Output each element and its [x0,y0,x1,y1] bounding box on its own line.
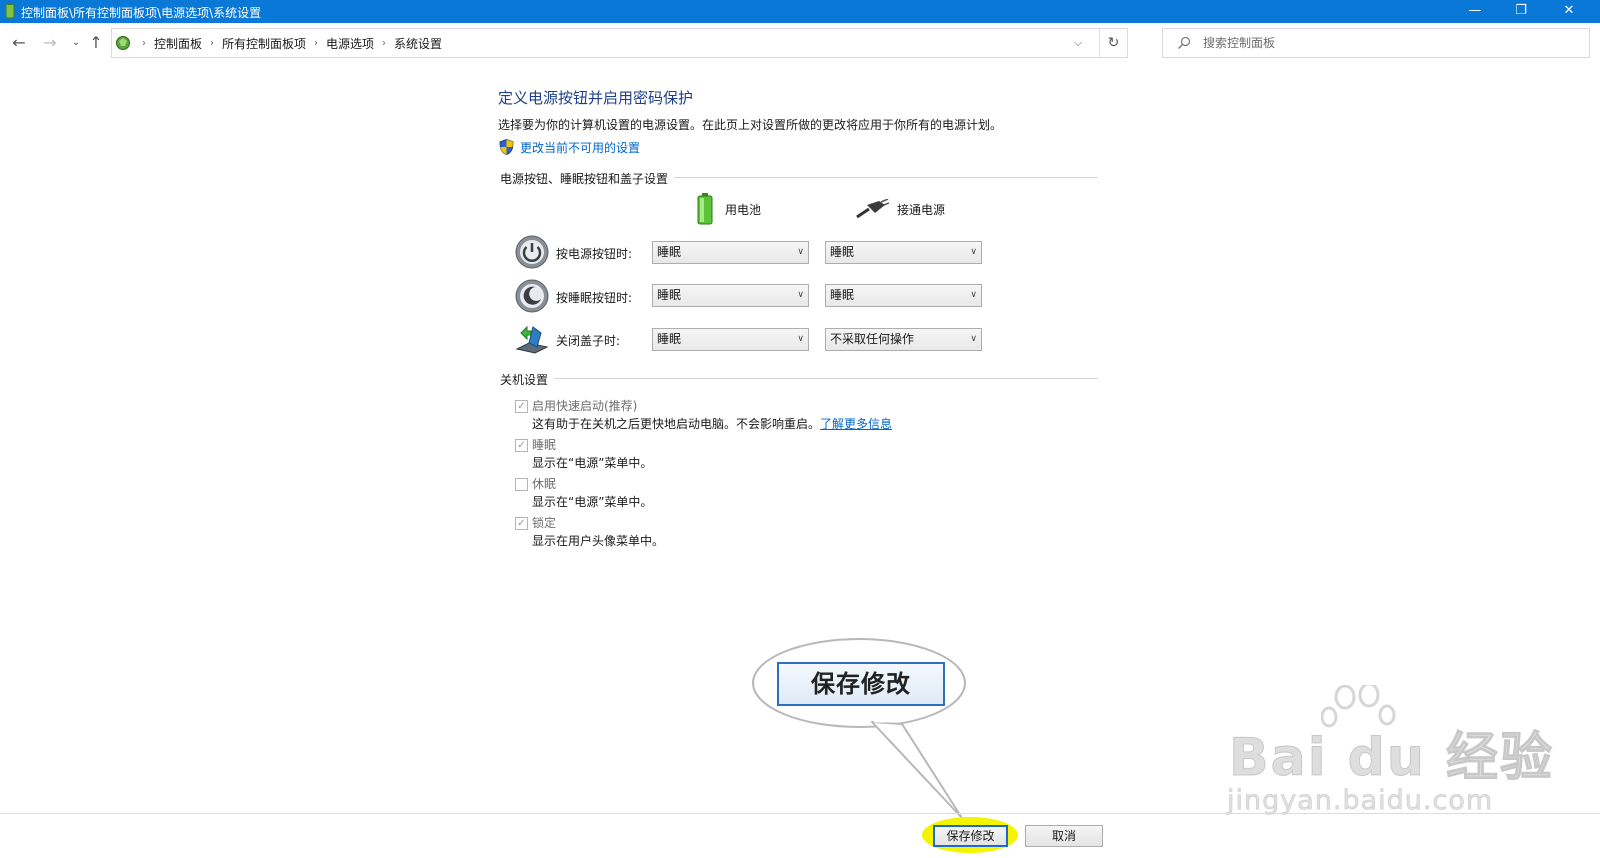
sleep-checkbox[interactable]: ✓ [515,439,528,452]
power-button-battery-select[interactable]: 睡眠 ∨ [652,241,809,264]
address-history-chevron-icon[interactable]: ⌵ [1067,29,1089,57]
sleep-button-plugged-select[interactable]: 睡眠 ∨ [825,284,982,307]
plugged-in-column-label: 接通电源 [897,202,946,217]
learn-more-link[interactable]: 了解更多信息 [820,417,892,431]
breadcrumb-separator-icon[interactable]: › [314,38,318,49]
select-value: 睡眠 [830,288,855,302]
lid-close-label: 关闭盖子时: [556,334,621,348]
breadcrumb-separator-icon: › [142,37,146,49]
sleep-button-icon [515,279,549,313]
select-value: 睡眠 [657,332,682,346]
power-plug-icon [856,199,889,219]
battery-column-header: 用电池 [697,193,761,225]
page-description: 选择要为你的计算机设置的电源设置。在此页上对设置所做的更改将应用于你所有的电源计… [498,118,1003,132]
back-arrow-icon[interactable]: ← [9,33,29,53]
cancel-button[interactable]: 取消 [1025,825,1103,847]
page-title: 定义电源按钮并启用密码保护 [498,89,694,107]
address-bar[interactable]: › 控制面板 › 所有控制面板项 › 电源选项 › 系统设置 ⌵ ↻ [111,28,1128,58]
control-panel-location-icon [116,36,130,50]
control-panel-icon [5,3,15,19]
chevron-down-icon: ∨ [970,334,977,344]
lid-close-plugged-select[interactable]: 不采取任何操作 ∨ [825,328,982,351]
sleep-option-description: 显示在“电源”菜单中。 [532,456,653,470]
breadcrumb-separator-icon[interactable]: › [210,38,214,49]
breadcrumb: › 控制面板 › 所有控制面板项 › 电源选项 › 系统设置 [134,29,442,57]
breadcrumb-item-power-options[interactable]: 电源选项 [326,35,374,52]
chevron-down-icon: ∨ [797,290,804,300]
up-arrow-icon[interactable]: ↑ [86,33,106,53]
window-title: 控制面板\所有控制面板项\电源选项\系统设置 [21,6,262,20]
select-value: 睡眠 [657,245,682,259]
fast-startup-label: 启用快速启动(推荐) [532,399,638,413]
power-button-plugged-select[interactable]: 睡眠 ∨ [825,241,982,264]
sleep-button-label: 按睡眠按钮时: [556,291,633,305]
navigation-bar: ← → ⌄ ↑ › 控制面板 › 所有控制面板项 › 电源选项 › 系统设置 ⌵… [0,23,1600,63]
title-bar: 控制面板\所有控制面板项\电源选项\系统设置 — ❐ ✕ [0,0,1600,23]
minimize-button[interactable]: — [1452,0,1498,23]
hibernate-option-label: 休眠 [532,477,557,491]
section-divider [500,378,1098,379]
power-button-label: 按电源按钮时: [556,247,633,261]
callout-save-label: 保存修改 [777,662,945,706]
watermark-url: jingyan.baidu.com [1227,785,1494,817]
refresh-icon[interactable]: ↻ [1099,29,1127,57]
fast-startup-desc-text: 这有助于在关机之后更快地启动电脑。不会影响重启。 [532,417,821,431]
power-section-heading: 电源按钮、睡眠按钮和盖子设置 [500,170,675,187]
breadcrumb-separator-icon[interactable]: › [382,38,386,49]
lock-checkbox[interactable]: ✓ [515,517,528,530]
plugged-in-column-header: 接通电源 [855,199,945,219]
search-icon [1178,36,1191,49]
lock-option-description: 显示在用户头像菜单中。 [532,534,665,548]
battery-column-label: 用电池 [725,202,762,217]
lock-option-label: 锁定 [532,516,557,530]
select-value: 不采取任何操作 [830,332,915,346]
chevron-down-icon: ∨ [970,290,977,300]
select-value: 睡眠 [657,288,682,302]
lid-close-battery-select[interactable]: 睡眠 ∨ [652,328,809,351]
breadcrumb-item-system-settings[interactable]: 系统设置 [394,35,442,52]
battery-icon [697,193,713,225]
breadcrumb-item-all-items[interactable]: 所有控制面板项 [222,35,306,52]
save-changes-button[interactable]: 保存修改 [933,825,1008,847]
chevron-down-icon: ∨ [797,334,804,344]
maximize-button[interactable]: ❐ [1498,0,1544,23]
power-button-icon [515,235,549,269]
laptop-lid-icon [515,325,549,354]
forward-arrow-icon[interactable]: → [40,33,60,53]
hibernate-checkbox[interactable] [515,478,528,491]
uac-shield-icon [499,139,514,155]
close-button[interactable]: ✕ [1546,0,1592,23]
sleep-option-label: 睡眠 [532,438,557,452]
select-value: 睡眠 [830,245,855,259]
fast-startup-checkbox[interactable]: ✓ [515,400,528,413]
search-input[interactable] [1203,33,1573,53]
watermark-logo-text: Bai du 经验 [1229,728,1554,789]
baidu-jingyan-watermark: Bai du 经验 jingyan.baidu.com [1225,685,1553,825]
sleep-button-battery-select[interactable]: 睡眠 ∨ [652,284,809,307]
search-box[interactable] [1162,28,1590,58]
footer-divider [0,813,1600,814]
change-unavailable-settings-link[interactable]: 更改当前不可用的设置 [520,139,640,156]
shutdown-section-heading: 关机设置 [500,371,555,388]
chevron-down-icon: ∨ [970,247,977,257]
breadcrumb-item-control-panel[interactable]: 控制面板 [154,35,202,52]
chevron-down-icon: ∨ [797,247,804,257]
recent-locations-chevron-icon[interactable]: ⌄ [66,33,86,53]
fast-startup-description: 这有助于在关机之后更快地启动电脑。不会影响重启。了解更多信息 [532,415,892,432]
hibernate-option-description: 显示在“电源”菜单中。 [532,495,653,509]
